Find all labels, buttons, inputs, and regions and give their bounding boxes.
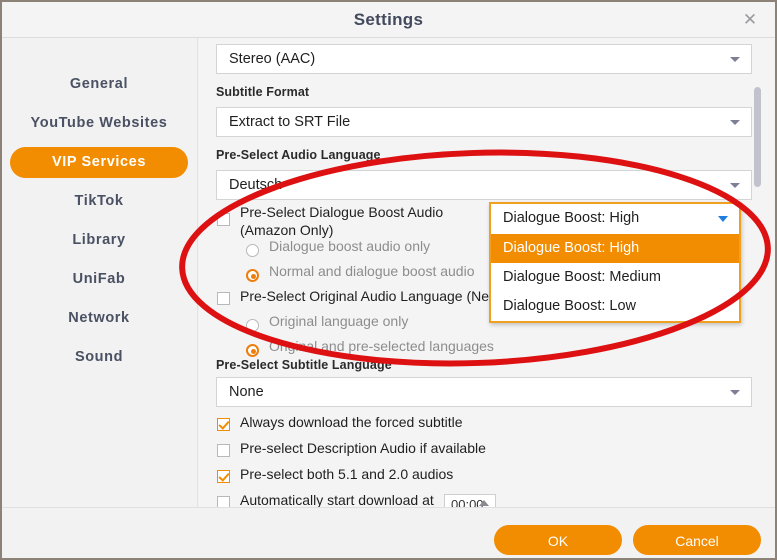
preselect-dialogue-boost-checkbox[interactable] bbox=[217, 213, 230, 226]
chevron-up-icon[interactable] bbox=[479, 500, 489, 506]
chevron-down-icon bbox=[730, 390, 740, 395]
preselect-original-audio-language-checkbox[interactable] bbox=[217, 292, 230, 305]
radio-original-language-only-label: Original language only bbox=[269, 313, 408, 329]
page-title: Settings bbox=[2, 2, 775, 37]
subtitle-format-select[interactable]: Extract to SRT File bbox=[216, 107, 752, 137]
title-bar: Settings ✕ bbox=[2, 2, 775, 38]
preselect-subtitle-language-select[interactable]: None bbox=[216, 377, 752, 407]
preselect-description-audio-checkbox[interactable] bbox=[217, 444, 230, 457]
chevron-down-icon bbox=[718, 216, 728, 222]
preselect-subtitle-language-value: None bbox=[229, 378, 264, 406]
radio-dialogue-boost-only-label: Dialogue boost audio only bbox=[269, 238, 430, 254]
radio-normal-and-dialogue-boost-label: Normal and dialogue boost audio bbox=[269, 263, 474, 279]
dropdown-option-high[interactable]: Dialogue Boost: High bbox=[491, 234, 739, 263]
auto-start-download-checkbox[interactable] bbox=[217, 496, 230, 507]
preselect-audio-language-label: Pre-Select Audio Language bbox=[216, 148, 381, 162]
preselect-subtitle-language-label: Pre-Select Subtitle Language bbox=[216, 358, 392, 372]
sidebar-item-vip-services[interactable]: VIP Services bbox=[10, 147, 188, 178]
chevron-down-icon bbox=[730, 183, 740, 188]
dialogue-boost-dropdown-header[interactable]: Dialogue Boost: High bbox=[491, 204, 739, 234]
radio-dialogue-boost-only[interactable] bbox=[246, 244, 259, 257]
preselect-audio-language-select[interactable]: Deutsch bbox=[216, 170, 752, 200]
dialog-footer: OK Cancel bbox=[2, 507, 775, 558]
sidebar-item-tiktok[interactable]: TikTok bbox=[10, 186, 188, 217]
preselect-audio-language-value: Deutsch bbox=[229, 171, 282, 199]
audio-format-value: Stereo (AAC) bbox=[229, 45, 315, 73]
chevron-down-icon bbox=[730, 120, 740, 125]
sidebar: General YouTube Websites VIP Services Ti… bbox=[2, 38, 198, 507]
dropdown-option-low[interactable]: Dialogue Boost: Low bbox=[491, 292, 739, 321]
sidebar-item-network[interactable]: Network bbox=[10, 303, 188, 334]
sidebar-item-general[interactable]: General bbox=[10, 69, 188, 100]
sidebar-item-sound[interactable]: Sound bbox=[10, 342, 188, 373]
subtitle-format-value: Extract to SRT File bbox=[229, 108, 350, 136]
audio-format-select[interactable]: Stereo (AAC) bbox=[216, 44, 752, 74]
auto-start-download-label: Automatically start download at bbox=[240, 492, 434, 507]
sidebar-item-youtube-websites[interactable]: YouTube Websites bbox=[10, 108, 188, 139]
sidebar-item-library[interactable]: Library bbox=[10, 225, 188, 256]
preselect-original-audio-language-label: Pre-Select Original Audio Language (Ne bbox=[240, 288, 489, 304]
settings-dialog: Settings ✕ General YouTube Websites VIP … bbox=[0, 0, 777, 560]
preselect-dialogue-boost-label-line2: (Amazon Only) bbox=[240, 222, 333, 238]
preselect-dialogue-boost-label-line1: Pre-Select Dialogue Boost Audio bbox=[240, 204, 443, 220]
radio-normal-and-dialogue-boost[interactable] bbox=[246, 269, 259, 282]
dialogue-boost-selected-value: Dialogue Boost: High bbox=[503, 204, 639, 233]
always-download-forced-subtitle-label: Always download the forced subtitle bbox=[240, 414, 463, 430]
ok-button[interactable]: OK bbox=[494, 525, 622, 555]
close-icon[interactable]: ✕ bbox=[739, 10, 761, 32]
sidebar-item-unifab[interactable]: UniFab bbox=[10, 264, 188, 295]
subtitle-format-label: Subtitle Format bbox=[216, 85, 309, 99]
content-scrollbar-thumb[interactable] bbox=[754, 87, 761, 187]
preselect-5-1-and-2-0-label: Pre-select both 5.1 and 2.0 audios bbox=[240, 466, 453, 482]
radio-original-and-preselected-label: Original and pre-selected languages bbox=[269, 338, 494, 354]
always-download-forced-subtitle-checkbox[interactable] bbox=[217, 418, 230, 431]
dropdown-option-medium[interactable]: Dialogue Boost: Medium bbox=[491, 263, 739, 292]
preselect-5-1-and-2-0-checkbox[interactable] bbox=[217, 470, 230, 483]
cancel-button[interactable]: Cancel bbox=[633, 525, 761, 555]
preselect-description-audio-label: Pre-select Description Audio if availabl… bbox=[240, 440, 486, 456]
radio-original-and-preselected[interactable] bbox=[246, 344, 259, 357]
radio-original-language-only[interactable] bbox=[246, 319, 259, 332]
chevron-down-icon bbox=[730, 57, 740, 62]
dialogue-boost-dropdown[interactable]: Dialogue Boost: High Dialogue Boost: Hig… bbox=[489, 202, 741, 323]
